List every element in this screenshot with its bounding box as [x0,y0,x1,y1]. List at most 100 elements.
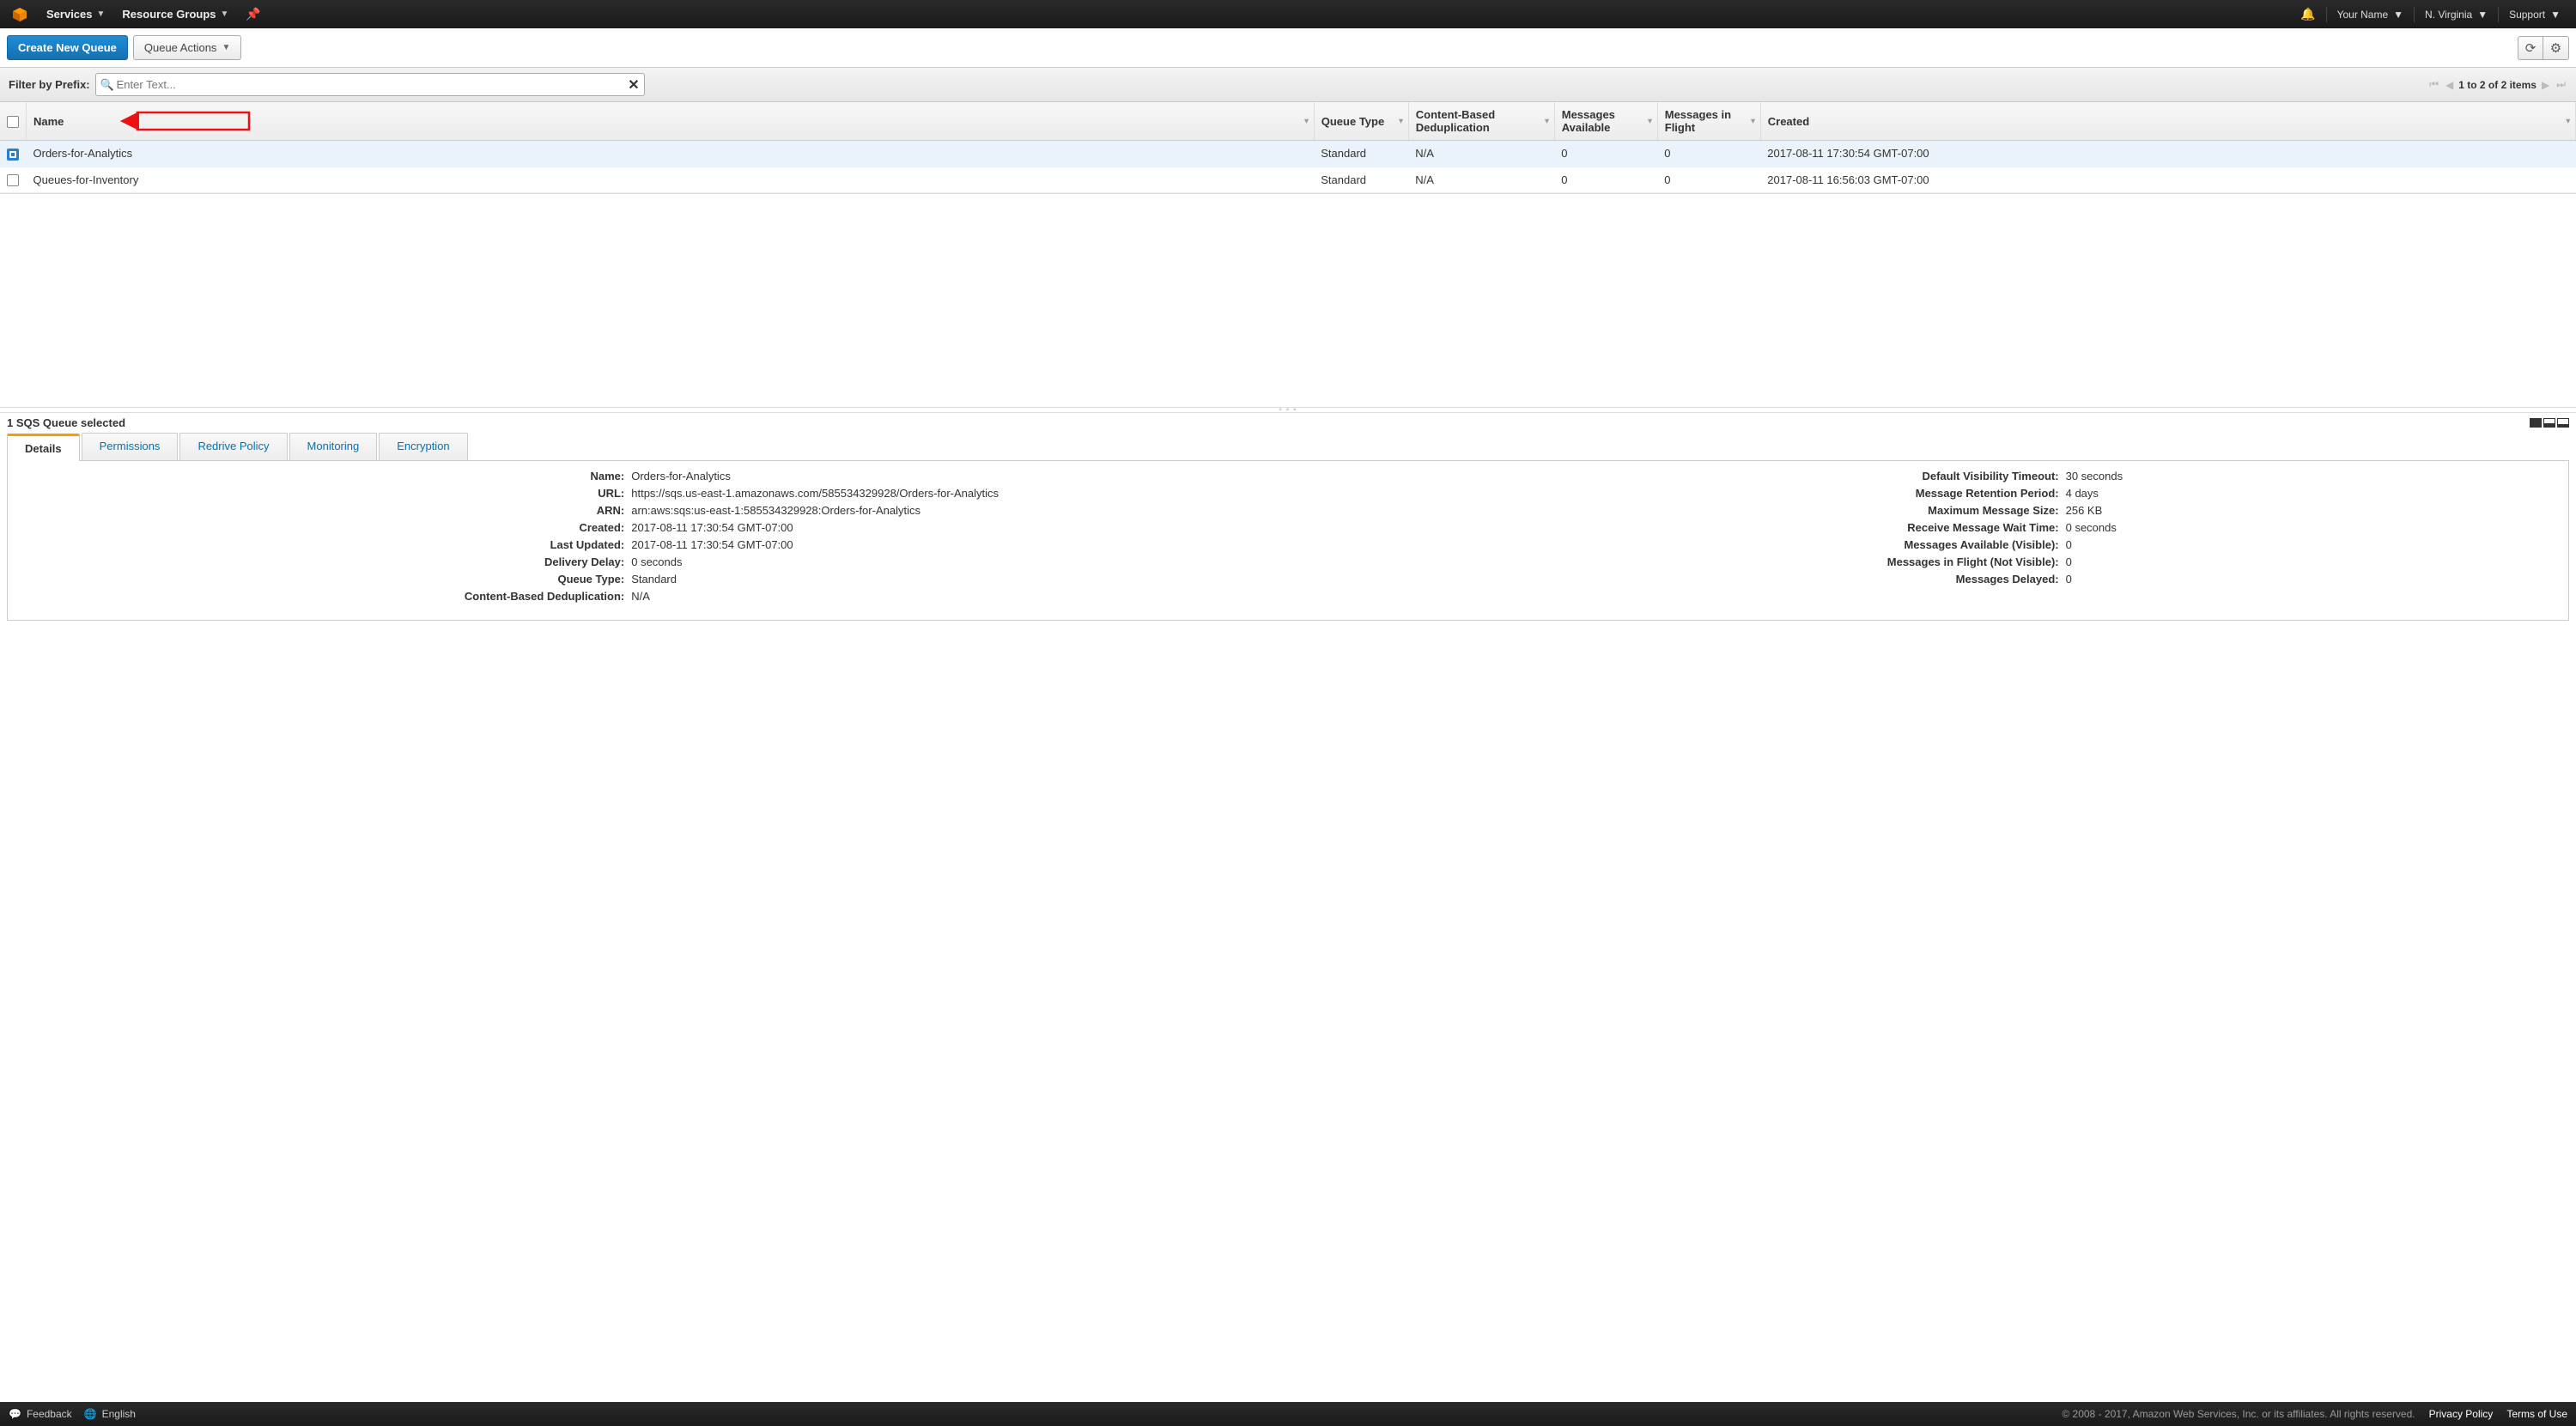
cell-msg-flight: 0 [1657,167,1760,193]
settings-button[interactable]: ⚙ [2543,36,2569,60]
filter-prefix-input[interactable] [95,73,645,96]
table-row[interactable]: Orders-for-Analytics Standard N/A 0 0 20… [0,141,2576,167]
chevron-down-icon: ▼ [222,43,230,52]
label-msgs-in-flight: Messages in Flight (Not Visible): [1442,555,2059,568]
queue-actions-button[interactable]: Queue Actions ▼ [133,35,241,60]
layout-full-icon[interactable] [2530,418,2542,428]
label-msgs-available: Messages Available (Visible): [1442,538,2059,551]
value-max-msg-size: 256 KB [2066,504,2568,517]
cell-cbd: N/A [1408,141,1554,167]
page-next-button[interactable]: ▶ [2540,79,2551,91]
chevron-down-icon: ▼ [97,9,106,19]
create-queue-button[interactable]: Create New Queue [7,35,128,60]
cell-queue-type: Standard [1314,141,1408,167]
sort-icon: ▾ [1399,117,1403,126]
search-icon: 🔍 [100,78,114,92]
filter-prefix-label: Filter by Prefix: [9,78,90,91]
sort-icon: ▾ [1648,117,1652,126]
details-right-col: Default Visibility Timeout: 30 seconds M… [1442,470,2568,603]
col-created[interactable]: Created▾ [1760,102,2575,141]
tab-monitoring[interactable]: Monitoring [289,433,378,460]
col-queue-type[interactable]: Queue Type▾ [1314,102,1408,141]
layout-bottom-icon[interactable] [2557,418,2569,428]
sort-icon: ▾ [1545,117,1549,126]
queue-table: Name▾ Queue Type▾ Content-Based Deduplic… [0,102,2576,193]
tab-details[interactable]: Details [7,434,80,461]
footer: 💬 Feedback 🌐 English © 2008 - 2017, Amaz… [0,1402,2576,1426]
page-first-button[interactable]: ⏮ [2427,78,2440,91]
support-label: Support [2509,9,2545,21]
terms-link[interactable]: Terms of Use [2506,1408,2567,1420]
bell-icon: 🔔 [2300,7,2315,21]
cell-cbd: N/A [1408,167,1554,193]
page-prev-button[interactable]: ◀ [2444,79,2455,91]
table-row[interactable]: Queues-for-Inventory Standard N/A 0 0 20… [0,167,2576,193]
label-delivery-delay: Delivery Delay: [21,555,624,568]
tab-permissions[interactable]: Permissions [82,433,179,460]
services-menu[interactable]: Services ▼ [38,0,113,28]
pin-button[interactable]: 📌 [237,0,269,28]
value-arn: arn:aws:sqs:us-east-1:585534329928:Order… [631,504,1442,517]
tab-encryption[interactable]: Encryption [379,433,467,460]
value-name: Orders-for-Analytics [631,470,1442,482]
value-msgs-in-flight: 0 [2066,555,2568,568]
region-label: N. Virginia [2425,9,2472,21]
col-msg-flight[interactable]: Messages in Flight▾ [1657,102,1760,141]
speech-bubble-icon: 💬 [9,1408,21,1420]
cell-created: 2017-08-11 17:30:54 GMT-07:00 [1760,141,2575,167]
details-left-col: Name: Orders-for-Analytics URL: https://… [8,470,1442,603]
col-name[interactable]: Name▾ [27,102,1315,141]
region-menu[interactable]: N. Virginia ▼ [2416,0,2496,28]
label-max-msg-size: Maximum Message Size: [1442,504,2059,517]
label-name: Name: [21,470,624,482]
privacy-link[interactable]: Privacy Policy [2429,1408,2494,1420]
label-wait-time: Receive Message Wait Time: [1442,521,2059,534]
pin-icon: 📌 [246,7,260,21]
queue-actions-label: Queue Actions [144,41,217,54]
resource-groups-menu[interactable]: Resource Groups ▼ [113,0,237,28]
create-queue-label: Create New Queue [18,41,117,54]
chevron-down-icon: ▼ [2477,9,2488,21]
value-wait-time: 0 seconds [2066,521,2568,534]
label-queue-type: Queue Type: [21,573,624,586]
pagination: ⏮ ◀ 1 to 2 of 2 items ▶ ⏭ [2427,78,2567,91]
value-msgs-available: 0 [2066,538,2568,551]
resource-groups-label: Resource Groups [122,8,216,21]
value-url: https://sqs.us-east-1.amazonaws.com/5855… [631,487,1442,500]
col-checkbox[interactable] [0,102,27,141]
chevron-down-icon: ▼ [2550,9,2561,21]
notifications-button[interactable]: 🔔 [2292,0,2324,28]
col-cbd[interactable]: Content-Based Deduplication▾ [1408,102,1554,141]
feedback-button[interactable]: 💬 Feedback [9,1408,72,1420]
global-header: Services ▼ Resource Groups ▼ 📌 🔔 Your Na… [0,0,2576,28]
label-arn: ARN: [21,504,624,517]
clear-filter-button[interactable]: ✕ [628,76,639,94]
value-cbd: N/A [631,590,1442,603]
cell-queue-type: Standard [1314,167,1408,193]
search-wrap: 🔍 ✕ [95,73,645,96]
label-updated: Last Updated: [21,538,624,551]
value-retention-period: 4 days [2066,487,2568,500]
col-msg-avail[interactable]: Messages Available▾ [1554,102,1657,141]
label-cbd: Content-Based Deduplication: [21,590,624,603]
copyright-text: © 2008 - 2017, Amazon Web Services, Inc.… [2062,1408,2415,1420]
refresh-button[interactable]: ⟳ [2518,36,2543,60]
value-created: 2017-08-11 17:30:54 GMT-07:00 [631,521,1442,534]
aws-logo-icon[interactable] [10,5,29,24]
support-menu[interactable]: Support ▼ [2500,0,2569,28]
details-pane: Name: Orders-for-Analytics URL: https://… [7,461,2569,621]
user-name-label: Your Name [2337,9,2389,21]
page-last-button[interactable]: ⏭ [2555,78,2567,91]
language-button[interactable]: 🌐 English [84,1408,136,1420]
globe-icon: 🌐 [84,1408,97,1420]
selection-text: 1 SQS Queue selected [7,416,125,429]
value-updated: 2017-08-11 17:30:54 GMT-07:00 [631,538,1442,551]
row-checkbox[interactable] [7,174,19,186]
layout-split-icon[interactable] [2543,418,2555,428]
select-all-checkbox[interactable] [7,116,19,128]
account-menu[interactable]: Your Name ▼ [2329,0,2412,28]
toolbar: Create New Queue Queue Actions ▼ ⟳ ⚙ [0,28,2576,67]
main-area: Filter by Prefix: 🔍 ✕ ⏮ ◀ 1 to 2 of 2 it… [0,67,2576,407]
tab-redrive-policy[interactable]: Redrive Policy [179,433,287,460]
row-checkbox[interactable] [7,149,19,161]
